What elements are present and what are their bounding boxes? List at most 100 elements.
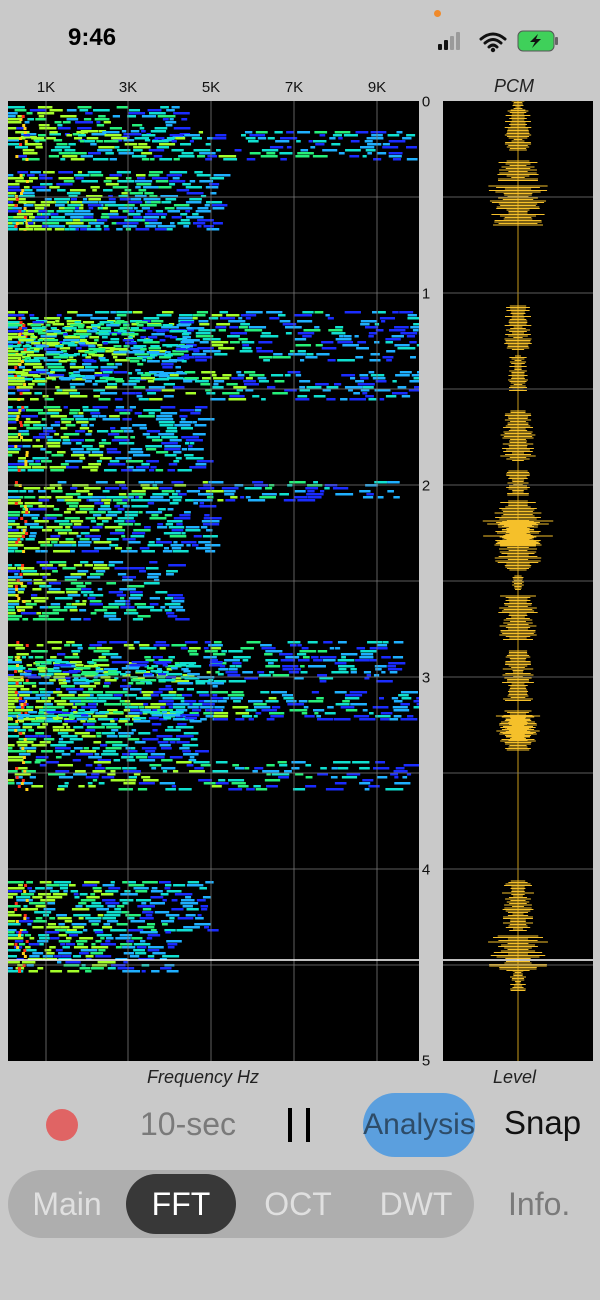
spectrogram-cell [118,732,134,735]
spectrogram-cell [158,679,176,682]
pcm-panel[interactable] [443,100,593,1061]
spectrogram-cell [160,747,172,750]
snap-button[interactable]: Snap [504,1104,581,1142]
spectrogram-cell [238,317,243,320]
spectrogram-cell [205,186,219,189]
spectrogram-cell [69,228,76,231]
spectrogram-cell [242,347,252,350]
spectrogram-cell [17,115,23,118]
spectrogram-cell [261,709,277,712]
spectrogram-cell [8,228,17,231]
spectrogram-cell [417,371,431,374]
spectrogram-cell [104,703,122,706]
spectrogram-cell [16,741,34,744]
spectrogram-cell [155,210,164,213]
spectrogram-cell [248,326,267,329]
spectrogram-cell [8,439,21,442]
spectrogram-cell [155,418,174,421]
spectrogram-cell [101,653,119,656]
spectrogram-cell [88,207,94,210]
spectrogram-cell [84,380,92,383]
spectrogram-cell [213,718,229,721]
spectrogram-cell [8,118,20,121]
spectrogram-cell [171,785,177,788]
spectrogram-cell [18,700,26,703]
spectrogram-cell [166,612,175,615]
spectrogram-cell [64,644,71,647]
spectrogram-cell [39,585,52,588]
duration-button[interactable]: 10-sec [140,1106,236,1143]
spectrogram-cell [123,644,134,647]
spectrogram-cell [155,641,167,644]
spectrogram-cell [139,931,158,934]
spectrogram-cell [194,424,207,427]
spectrogram-cell [221,650,227,653]
spectrogram-cell [113,759,121,762]
tab-oct[interactable]: OCT [240,1170,356,1238]
spectrogram-cell [367,143,382,146]
spectrogram-cell [105,152,114,155]
spectrogram-cell [337,641,347,644]
spectrogram-cell [8,682,22,685]
spectrogram-cell [103,225,109,228]
spectrogram-cell [48,588,61,591]
spectrogram-cell [35,664,40,667]
spectrogram-cell [109,210,118,213]
spectrogram-cell [135,392,142,395]
spectrogram-cell [103,189,113,192]
spectrogram-cell [47,210,54,213]
spectrogram-cell [8,436,19,439]
pause-button[interactable] [288,1108,312,1142]
spectrogram-cell [32,588,42,591]
spectrogram-cell [106,726,122,729]
spectrogram-cell [299,380,311,383]
tab-main[interactable]: Main [8,1170,126,1238]
spectrogram-cell [147,544,163,547]
spectrogram-cell [125,520,136,523]
spectrogram-cell [29,535,36,538]
spectrogram-cell [190,738,198,741]
spectrogram-cell [164,354,173,357]
spectrogram-panel[interactable] [8,101,437,1061]
spectrogram-cell [8,726,21,729]
spectrogram-cell [141,691,154,694]
spectrogram-cell [89,600,102,603]
record-button[interactable] [46,1109,78,1141]
spectrogram-cell [93,109,110,112]
spectrogram-peak [16,641,20,644]
spectrogram-cell [143,216,160,219]
spectrogram-cell [65,493,81,496]
spectrogram-cell [8,606,15,609]
spectrogram-cell [189,756,195,759]
spectrogram-cell [243,383,259,386]
spectrogram-cell [286,700,297,703]
spectrogram-peak [25,158,29,161]
spectrogram-peak [25,644,29,647]
spectrogram-cell [45,137,56,140]
spectrogram-cell [61,955,72,958]
spectrogram-cell [23,487,41,490]
analysis-button[interactable]: Analysis [363,1093,475,1157]
spectrogram-cell [63,697,78,700]
spectrogram-peak [25,788,29,791]
spectrogram-cell [186,544,191,547]
tab-dwt[interactable]: DWT [358,1170,474,1238]
spectrogram-cell [53,667,60,670]
spectrogram-cell [340,653,358,656]
spectrogram-cell [89,644,102,647]
spectrogram-cell [91,354,104,357]
spectrogram-cell [115,529,126,532]
spectrogram-cell [28,890,36,893]
tab-fft[interactable]: FFT [126,1174,236,1234]
spectrogram-cell [218,668,229,671]
spectrogram-cell [272,356,291,359]
spectrogram-cell [148,386,166,389]
spectrogram-cell [8,603,20,606]
spectrogram-cell [23,424,30,427]
spectrogram-cell [53,544,72,547]
spectrogram-cell [382,146,399,149]
spectrogram-cell [96,732,102,735]
spectrogram-cell [365,149,376,152]
info-button[interactable]: Info. [508,1186,570,1223]
spectrogram-cell [57,917,72,920]
